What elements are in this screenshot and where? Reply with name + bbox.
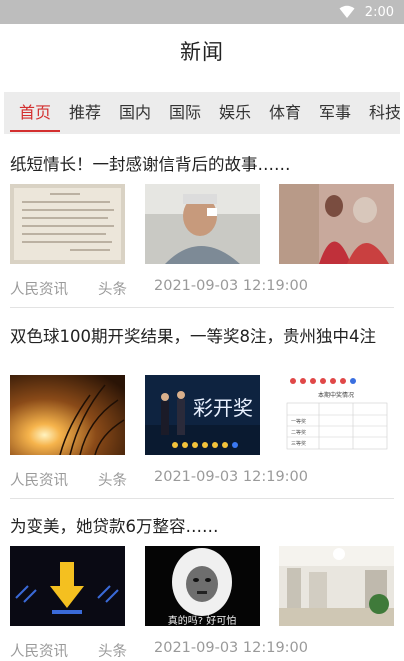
tab-military[interactable]: 军事 — [319, 92, 351, 134]
news-time: 2021-09-03 12:19:00 — [154, 640, 308, 656]
prize-table-title: 本期中奖情况 — [318, 391, 354, 399]
news-category: 头条 — [98, 644, 127, 660]
tab-sports[interactable]: 体育 — [269, 92, 301, 134]
status-time: 2:00 — [364, 4, 394, 20]
prize-tier-2: 二等奖 — [291, 429, 306, 436]
news-time: 2021-09-03 12:19:00 — [154, 469, 308, 485]
status-bar: 2:00 — [0, 0, 404, 24]
news-thumbnail[interactable] — [10, 184, 125, 264]
wifi-icon — [339, 5, 355, 18]
active-tab-indicator — [10, 130, 60, 132]
news-thumbnail[interactable] — [145, 184, 260, 264]
news-title[interactable]: 纸短情长！一封感谢信背后的故事…… — [10, 154, 394, 176]
tab-tech[interactable]: 科技 — [369, 92, 400, 134]
news-category: 头条 — [98, 282, 127, 298]
news-source: 人民资讯 — [10, 473, 68, 489]
tab-home[interactable]: 首页 — [19, 92, 51, 134]
page-title: 新闻 — [180, 40, 224, 64]
lottery-show-text: 彩开奖 — [193, 396, 253, 420]
divider — [10, 307, 394, 308]
tab-international[interactable]: 国际 — [169, 92, 201, 134]
news-thumbnail[interactable] — [279, 546, 394, 626]
news-thumbnail[interactable] — [10, 546, 125, 626]
news-title[interactable]: 为变美，她贷款6万整容…… — [10, 516, 394, 538]
tab-entertainment[interactable]: 娱乐 — [219, 92, 251, 134]
prize-tier-3: 三等奖 — [291, 440, 306, 447]
news-time: 2021-09-03 12:19:00 — [154, 278, 308, 294]
news-thumbnail[interactable]: 本期中奖情况 一等奖 二等奖 三等奖 — [279, 375, 394, 455]
news-thumbnail[interactable]: 真的吗? 好可怕 — [145, 546, 260, 626]
news-title[interactable]: 双色球100期开奖结果，一等奖8注，贵州独中4注 — [10, 326, 394, 348]
news-thumbnail[interactable] — [279, 184, 394, 264]
tab-domestic[interactable]: 国内 — [119, 92, 151, 134]
news-category: 头条 — [98, 473, 127, 489]
meme-caption: 真的吗? 好可怕 — [168, 614, 237, 626]
category-tab-bar[interactable]: 首页 推荐 国内 国际 娱乐 体育 军事 科技 — [4, 92, 400, 134]
prize-tier-1: 一等奖 — [291, 418, 306, 425]
news-source: 人民资讯 — [10, 282, 68, 298]
news-source: 人民资讯 — [10, 644, 68, 660]
news-thumbnail[interactable] — [10, 375, 125, 455]
divider — [10, 498, 394, 499]
news-thumbnail[interactable]: 彩开奖 — [145, 375, 260, 455]
tab-recommend[interactable]: 推荐 — [69, 92, 101, 134]
